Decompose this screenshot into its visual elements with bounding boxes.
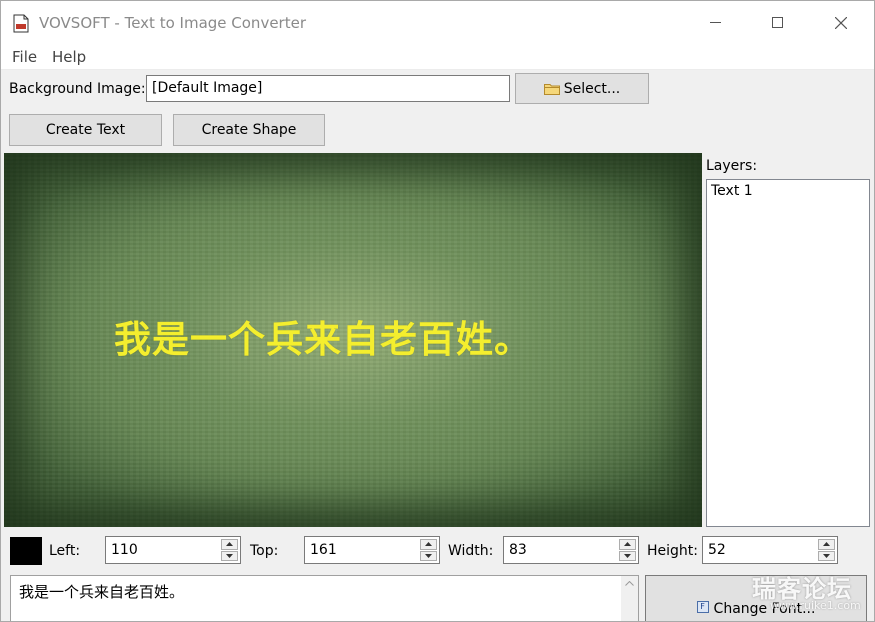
text-editor-content[interactable]: 我是一个兵来自老百姓。	[19, 581, 184, 602]
app-icon	[13, 14, 29, 33]
top-up-arrow[interactable]	[420, 539, 437, 550]
text-editor-scrollbar[interactable]	[621, 576, 638, 621]
width-value[interactable]: 83	[509, 542, 527, 558]
chevron-up-icon	[425, 542, 432, 547]
height-down-arrow[interactable]	[818, 550, 835, 561]
minimize-button[interactable]	[684, 1, 746, 44]
minimize-icon	[709, 22, 721, 23]
select-button[interactable]: Select...	[515, 73, 649, 104]
left-spinner[interactable]: 110	[105, 536, 241, 564]
top-spinner[interactable]: 161	[304, 536, 440, 564]
width-up-arrow[interactable]	[619, 539, 636, 550]
chevron-up-icon	[226, 542, 233, 547]
chevron-up-icon	[823, 542, 830, 547]
change-font-label: Change Font...	[713, 601, 816, 617]
height-label: Height:	[647, 543, 698, 559]
chevron-up-icon	[624, 542, 631, 547]
close-button[interactable]	[810, 1, 872, 44]
maximize-icon	[771, 17, 783, 28]
close-icon	[835, 16, 847, 29]
top-value[interactable]: 161	[310, 542, 337, 558]
create-text-button[interactable]: Create Text	[9, 114, 162, 146]
left-down-arrow[interactable]	[221, 550, 238, 561]
folder-icon	[543, 83, 560, 95]
text-editor[interactable]: 我是一个兵来自老百姓。	[10, 575, 639, 621]
background-image-label: Background Image:	[9, 81, 146, 97]
width-label: Width:	[448, 543, 494, 559]
layers-label: Layers:	[706, 158, 758, 174]
left-up-arrow[interactable]	[221, 539, 238, 550]
chevron-down-icon	[624, 553, 631, 558]
title-bar: VOVSOFT - Text to Image Converter	[1, 1, 874, 44]
chevron-down-icon	[823, 553, 830, 558]
chevron-up-icon[interactable]	[625, 581, 634, 586]
menu-file[interactable]: File	[12, 48, 37, 66]
layer-item[interactable]: Text 1	[711, 183, 753, 199]
image-canvas[interactable]: 我是一个兵来自老百姓。	[4, 153, 702, 527]
top-down-arrow[interactable]	[420, 550, 437, 561]
left-label: Left:	[49, 543, 81, 559]
width-down-arrow[interactable]	[619, 550, 636, 561]
canvas-text-layer[interactable]: 我是一个兵来自老百姓。	[114, 314, 594, 366]
create-shape-button[interactable]: Create Shape	[173, 114, 325, 146]
font-icon: F	[696, 601, 709, 613]
top-label: Top:	[250, 543, 279, 559]
background-image-field[interactable]: [Default Image]	[146, 75, 510, 102]
select-button-label: Select...	[563, 80, 621, 97]
height-up-arrow[interactable]	[818, 539, 835, 550]
menu-bar: File Help	[1, 44, 874, 70]
chevron-down-icon	[226, 553, 233, 558]
chevron-down-icon	[425, 553, 432, 558]
width-spinner[interactable]: 83	[503, 536, 639, 564]
height-value[interactable]: 52	[708, 542, 726, 558]
menu-help[interactable]: Help	[52, 48, 86, 66]
window-title: VOVSOFT - Text to Image Converter	[39, 14, 306, 32]
height-spinner[interactable]: 52	[702, 536, 838, 564]
app-window: VOVSOFT - Text to Image Converter File H…	[0, 0, 875, 622]
layers-list[interactable]: Text 1	[706, 179, 870, 527]
text-color-swatch[interactable]	[10, 537, 42, 565]
maximize-button[interactable]	[746, 1, 808, 44]
left-value[interactable]: 110	[111, 542, 138, 558]
change-font-button[interactable]: F Change Font...	[645, 575, 867, 621]
